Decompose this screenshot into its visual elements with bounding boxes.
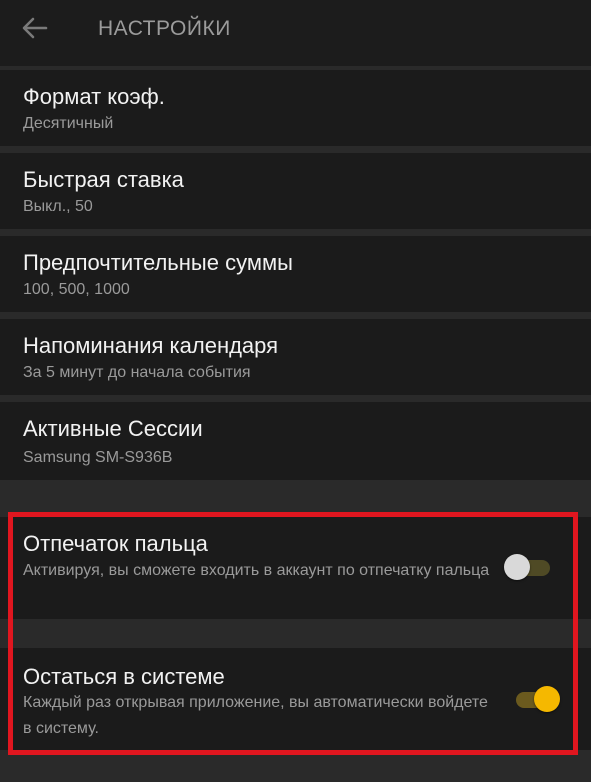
setting-title: Остаться в системе [23, 664, 225, 689]
settings-screen: НАСТРОЙКИ Формат коэф. Десятичный Быстра… [0, 0, 591, 782]
fingerprint-toggle[interactable] [504, 552, 552, 582]
setting-preferred-amounts[interactable]: Предпочтительные суммы 100, 500, 1000 [0, 236, 591, 312]
back-button[interactable] [14, 12, 56, 44]
setting-quick-bet[interactable]: Быстрая ставка Выкл., 50 [0, 153, 591, 229]
setting-active-sessions[interactable]: Активные Сессии Samsung SM-S936B [0, 402, 591, 480]
stay-signed-in-toggle[interactable] [514, 684, 562, 714]
setting-title: Предпочтительные суммы [23, 250, 293, 275]
setting-calendar-reminders[interactable]: Напоминания календаря За 5 минут до нача… [0, 319, 591, 395]
page-title: НАСТРОЙКИ [98, 17, 231, 40]
setting-subtitle: Каждый раз открывая приложение, вы автом… [23, 694, 488, 737]
app-bar: НАСТРОЙКИ [0, 0, 591, 66]
setting-subtitle: 100, 500, 1000 [23, 281, 130, 298]
setting-title: Быстрая ставка [23, 167, 184, 192]
setting-subtitle: Десятичный [23, 115, 114, 132]
setting-fingerprint[interactable]: Отпечаток пальца Активируя, вы сможете в… [0, 517, 591, 619]
setting-stay-signed-in[interactable]: Остаться в системе Каждый раз открывая п… [0, 648, 591, 750]
setting-title: Активные Сессии [23, 416, 203, 441]
toggle-thumb [534, 686, 560, 712]
setting-title: Отпечаток пальца [23, 531, 208, 556]
setting-title: Напоминания календаря [23, 333, 279, 358]
setting-subtitle: За 5 минут до начала события [23, 364, 251, 381]
setting-subtitle: Samsung SM-S936B [23, 449, 173, 466]
setting-odds-format[interactable]: Формат коэф. Десятичный [0, 70, 591, 146]
toggle-thumb [504, 554, 530, 580]
setting-subtitle: Активируя, вы сможете входить в аккаунт … [23, 562, 490, 579]
arrow-left-icon [22, 17, 48, 39]
setting-subtitle: Выкл., 50 [23, 198, 93, 215]
setting-title: Формат коэф. [23, 84, 165, 109]
